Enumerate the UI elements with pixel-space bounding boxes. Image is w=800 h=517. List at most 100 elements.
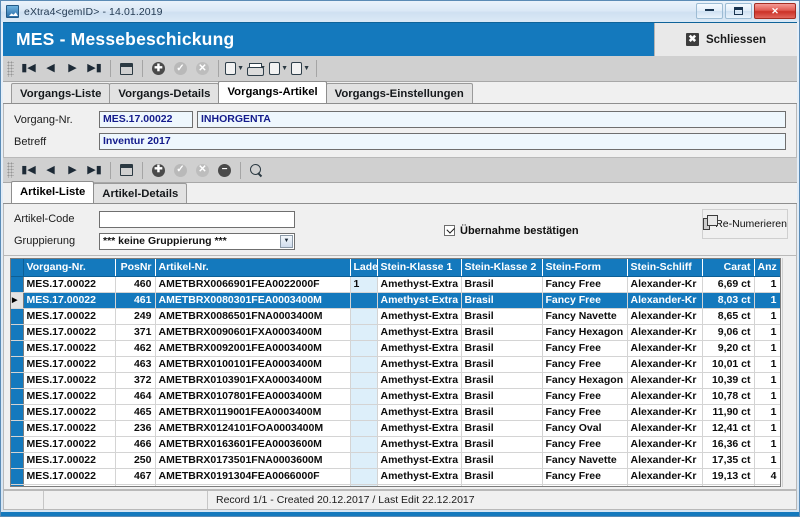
cell-anz[interactable]: 1 (754, 452, 780, 468)
column-header-form[interactable]: Stein-Form (542, 259, 627, 276)
cell-caratpreis[interactable]: 34,00 € (780, 356, 781, 372)
cell-caratpreis[interactable]: 36,00 € (780, 484, 781, 487)
cell-posnr[interactable]: 249 (115, 308, 155, 324)
chevron-down-icon[interactable]: ▼ (237, 65, 244, 72)
cell-klasse2[interactable]: Brasil (461, 484, 542, 487)
table-row[interactable]: MES.17.00022464AMETBRX0107801FEA0003400M… (11, 388, 781, 404)
cell-klasse2[interactable]: Brasil (461, 372, 542, 388)
column-header-klasse1[interactable]: Stein-Klasse 1 (377, 259, 461, 276)
re-numerieren-button[interactable]: Re-Numerieren (702, 209, 788, 239)
cell-klasse2[interactable]: Brasil (461, 468, 542, 484)
cell-artikelnr[interactable]: AMETBRX0124101FOA0003400M (155, 420, 350, 436)
table-row[interactable]: MES.17.00022467AMETBRX0191304FEA0066000F… (11, 468, 781, 484)
cell-posnr[interactable]: 465 (115, 404, 155, 420)
paste-record-button[interactable]: ▼ (290, 59, 311, 79)
copy-record-button[interactable]: ▼ (268, 59, 289, 79)
cell-klasse1[interactable]: Amethyst-Extra (377, 308, 461, 324)
cell-vorgang[interactable]: MES.17.00022 (23, 372, 115, 388)
cell-form[interactable]: Fancy Free (542, 276, 627, 292)
betreff-field[interactable]: Inventur 2017 (99, 133, 786, 150)
cell-posnr[interactable]: 467 (115, 468, 155, 484)
cell-schliff[interactable]: Alexander-Kr (627, 324, 702, 340)
cell-anz[interactable]: 1 (754, 420, 780, 436)
cell-caratpreis[interactable]: 34,00 € (780, 420, 781, 436)
cell-carat[interactable]: 16,36 ct (702, 436, 754, 452)
cell-klasse2[interactable]: Brasil (461, 324, 542, 340)
cell-lade[interactable] (350, 452, 377, 468)
cell-klasse2[interactable]: Brasil (461, 292, 542, 308)
cell-artikelnr[interactable]: AMETBRX0066901FEA0022000F (155, 276, 350, 292)
cell-artikelnr[interactable]: AMETBRX0194001FEA0003600M (155, 484, 350, 487)
cell-schliff[interactable]: Alexander-Kr (627, 340, 702, 356)
cell-klasse2[interactable]: Brasil (461, 452, 542, 468)
row-selector-cell[interactable] (11, 452, 23, 468)
cell-vorgang[interactable]: MES.17.00022 (23, 340, 115, 356)
export-button[interactable]: ▼ (224, 59, 245, 79)
cell-carat[interactable]: 10,01 ct (702, 356, 754, 372)
new-record-button[interactable]: ✚ (148, 59, 169, 79)
artikel-code-input[interactable] (99, 211, 295, 228)
cell-klasse2[interactable]: Brasil (461, 308, 542, 324)
cell-anz[interactable]: 1 (754, 484, 780, 487)
cell-vorgang[interactable]: MES.17.00022 (23, 308, 115, 324)
uebernahme-bestaetigen-checkbox[interactable]: Übernahme bestätigen (444, 211, 579, 250)
schliessen-button[interactable]: ✖ Schliessen (654, 23, 797, 56)
row-selector-cell[interactable] (11, 388, 23, 404)
column-header-carat[interactable]: Carat (702, 259, 754, 276)
cell-caratpreis[interactable]: 34,00 € (780, 340, 781, 356)
cell-artikelnr[interactable]: AMETBRX0103901FXA0003400M (155, 372, 350, 388)
cell-form[interactable]: Fancy Free (542, 340, 627, 356)
cell-artikelnr[interactable]: AMETBRX0119001FEA0003400M (155, 404, 350, 420)
cell-carat[interactable]: 19,40 ct (702, 484, 754, 487)
cell-form[interactable]: Fancy Free (542, 292, 627, 308)
cell-anz[interactable]: 1 (754, 292, 780, 308)
confirm-record-button[interactable]: ✓ (170, 59, 191, 79)
chevron-down-icon[interactable]: ▼ (280, 235, 293, 248)
column-header-schliff[interactable]: Stein-Schliff (627, 259, 702, 276)
cell-vorgang[interactable]: MES.17.00022 (23, 436, 115, 452)
next-item-button[interactable]: ▶ (62, 160, 83, 180)
table-row[interactable]: MES.17.00022465AMETBRX0119001FEA0003400M… (11, 404, 781, 420)
cell-form[interactable]: Fancy Free (542, 468, 627, 484)
cell-schliff[interactable]: Alexander-Kr (627, 420, 702, 436)
previous-record-button[interactable]: ◀ (40, 59, 61, 79)
cell-form[interactable]: Fancy Free (542, 436, 627, 452)
column-header-lade[interactable]: Lade (350, 259, 377, 276)
cell-vorgang[interactable]: MES.17.00022 (23, 292, 115, 308)
cell-schliff[interactable]: Alexander-Kr (627, 404, 702, 420)
cell-posnr[interactable]: 464 (115, 388, 155, 404)
cell-anz[interactable]: 1 (754, 324, 780, 340)
row-selector-cell[interactable] (11, 292, 23, 308)
cell-lade[interactable] (350, 420, 377, 436)
cell-form[interactable]: Fancy Free (542, 388, 627, 404)
cell-artikelnr[interactable]: AMETBRX0163601FEA0003600M (155, 436, 350, 452)
table-row[interactable]: MES.17.00022466AMETBRX0163601FEA0003600M… (11, 436, 781, 452)
cell-klasse1[interactable]: Amethyst-Extra (377, 420, 461, 436)
row-selector-cell[interactable] (11, 356, 23, 372)
vorgang-nr-field[interactable]: MES.17.00022 (99, 111, 193, 128)
cell-caratpreis[interactable]: 34,00 € (780, 308, 781, 324)
cell-anz[interactable]: 1 (754, 276, 780, 292)
last-record-button[interactable]: ▶▮ (84, 59, 105, 79)
toolbar-grip[interactable] (7, 162, 14, 178)
column-header-vorgang[interactable]: Vorgang-Nr. (23, 259, 115, 276)
column-header-anz[interactable]: Anz (754, 259, 780, 276)
cell-caratpreis[interactable]: 34,00 € (780, 324, 781, 340)
cell-schliff[interactable]: Alexander-Kr (627, 372, 702, 388)
column-header-caratpreis[interactable]: Carat Preis (780, 259, 781, 276)
cell-form[interactable]: Fancy Navette (542, 452, 627, 468)
cell-posnr[interactable]: 250 (115, 452, 155, 468)
tab-artikel-details[interactable]: Artikel-Details (93, 183, 187, 203)
cell-form[interactable]: Fancy Free (542, 356, 627, 372)
cell-klasse1[interactable]: Amethyst-Extra (377, 468, 461, 484)
cell-form[interactable]: Fancy Free (542, 484, 627, 487)
cell-carat[interactable]: 10,39 ct (702, 372, 754, 388)
tab-vorgangs-einstellungen[interactable]: Vorgangs-Einstellungen (326, 83, 473, 103)
cell-anz[interactable]: 4 (754, 468, 780, 484)
cell-carat[interactable]: 9,20 ct (702, 340, 754, 356)
vorgang-name-field[interactable]: INHORGENTA (197, 111, 786, 128)
cell-vorgang[interactable]: MES.17.00022 (23, 324, 115, 340)
cell-anz[interactable]: 1 (754, 436, 780, 452)
cell-anz[interactable]: 1 (754, 372, 780, 388)
cell-lade[interactable] (350, 308, 377, 324)
